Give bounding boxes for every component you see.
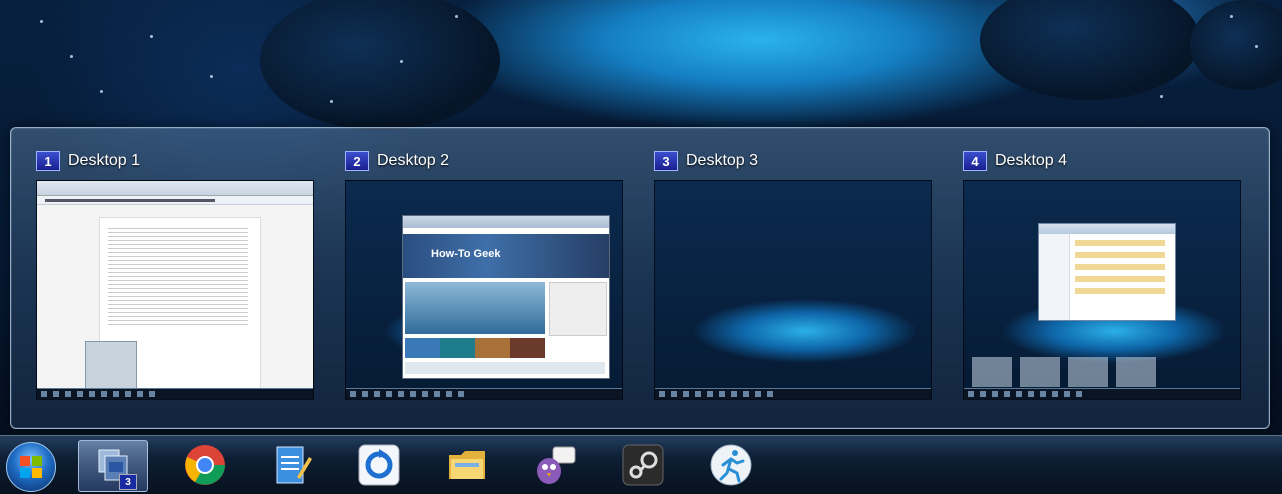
desktops-switcher-icon: 3 [91, 444, 137, 490]
windows-logo-icon [20, 456, 42, 478]
document-title-line [45, 199, 215, 202]
taskbar-chat-button[interactable] [522, 440, 588, 490]
thumbnail-taskbar [655, 388, 931, 399]
sparkle [1160, 95, 1163, 98]
window-titlebar [1039, 224, 1175, 234]
taskbar-desktops-button[interactable]: 3 [78, 440, 148, 492]
sync-icon [357, 443, 401, 487]
taskbar-steam-button[interactable] [610, 440, 676, 490]
document-window-thumbnail [37, 181, 313, 391]
desktop-label: Desktop 1 [68, 152, 141, 169]
wallpaper-rock-left [260, 0, 500, 130]
desktop-1-thumbnail[interactable] [36, 180, 314, 400]
notepad-icon [269, 443, 313, 487]
sparkle [40, 20, 43, 23]
sparkle [1230, 15, 1233, 18]
desktop-number-badge: 1 [36, 151, 60, 171]
site-article-strip [405, 338, 545, 358]
runner-icon [709, 443, 753, 487]
site-hero-image [405, 282, 545, 334]
desktop-1-header: 1 Desktop 1 [36, 150, 140, 172]
sparkle [1255, 45, 1258, 48]
desktop-1-preview[interactable]: 1 Desktop 1 [36, 150, 316, 410]
desktop-switcher-panel: 1 Desktop 1 2 Desktop 2 How-To Geek 3 De… [10, 127, 1270, 429]
steam-icon [621, 443, 665, 487]
wallpaper-rock-right [980, 0, 1200, 100]
sparkle [210, 75, 213, 78]
wallpaper-rock-far-right [1190, 0, 1282, 90]
desktop-2-thumbnail[interactable]: How-To Geek [345, 180, 623, 400]
browser-window-thumbnail: How-To Geek [402, 215, 610, 379]
desktop-label: Desktop 4 [995, 152, 1068, 169]
desktop-number-badge: 3 [654, 151, 678, 171]
site-sidebar [549, 282, 607, 336]
thumbnail-taskbar [37, 388, 313, 399]
explorer-window-thumbnail [1038, 223, 1176, 321]
taskbar-explorer-button[interactable] [434, 440, 500, 490]
taskbar-runner-button[interactable] [698, 440, 764, 490]
sparkle [150, 35, 153, 38]
thumbnail-taskbar [346, 388, 622, 399]
desktop-label: Desktop 3 [686, 152, 759, 169]
desktop-2-preview[interactable]: 2 Desktop 2 How-To Geek [345, 150, 625, 410]
desktop-number-badge: 2 [345, 151, 369, 171]
site-banner-text: How-To Geek [431, 248, 501, 260]
chrome-icon [183, 443, 227, 487]
desktop-3-preview[interactable]: 3 Desktop 3 [654, 150, 934, 410]
chat-client-icon [533, 443, 577, 487]
thumbnail-taskbar [964, 388, 1240, 399]
window-titlebar [403, 216, 609, 228]
taskbar-preview-popup [85, 341, 137, 391]
taskbar: 3 [0, 435, 1282, 494]
site-footer [405, 362, 605, 374]
start-button[interactable] [6, 442, 56, 492]
desktop-3-header: 3 Desktop 3 [654, 150, 758, 172]
taskbar-chrome-button[interactable] [172, 440, 238, 490]
sparkle [70, 55, 73, 58]
explorer-nav-pane [1039, 234, 1070, 320]
taskbar-sync-button[interactable] [346, 440, 412, 490]
desktop-4-header: 4 Desktop 4 [963, 150, 1067, 172]
desktop-2-header: 2 Desktop 2 [345, 150, 449, 172]
desktop-4-preview[interactable]: 4 Desktop 4 [963, 150, 1243, 410]
document-text-lines [108, 228, 248, 328]
desktop-3-thumbnail[interactable] [654, 180, 932, 400]
desktop-number-badge: 4 [963, 151, 987, 171]
active-desktop-badge: 3 [119, 474, 137, 490]
sparkle [400, 60, 403, 63]
file-explorer-icon [445, 443, 489, 487]
taskbar-peek-previews [972, 357, 1162, 387]
taskbar-notepad-button[interactable] [258, 440, 324, 490]
sparkle [330, 100, 333, 103]
explorer-file-list [1075, 240, 1165, 300]
site-banner: How-To Geek [403, 234, 609, 278]
window-titlebar [37, 181, 313, 196]
desktop-label: Desktop 2 [377, 152, 450, 169]
sparkle [100, 90, 103, 93]
desktop-4-thumbnail[interactable] [963, 180, 1241, 400]
sparkle [455, 15, 458, 18]
